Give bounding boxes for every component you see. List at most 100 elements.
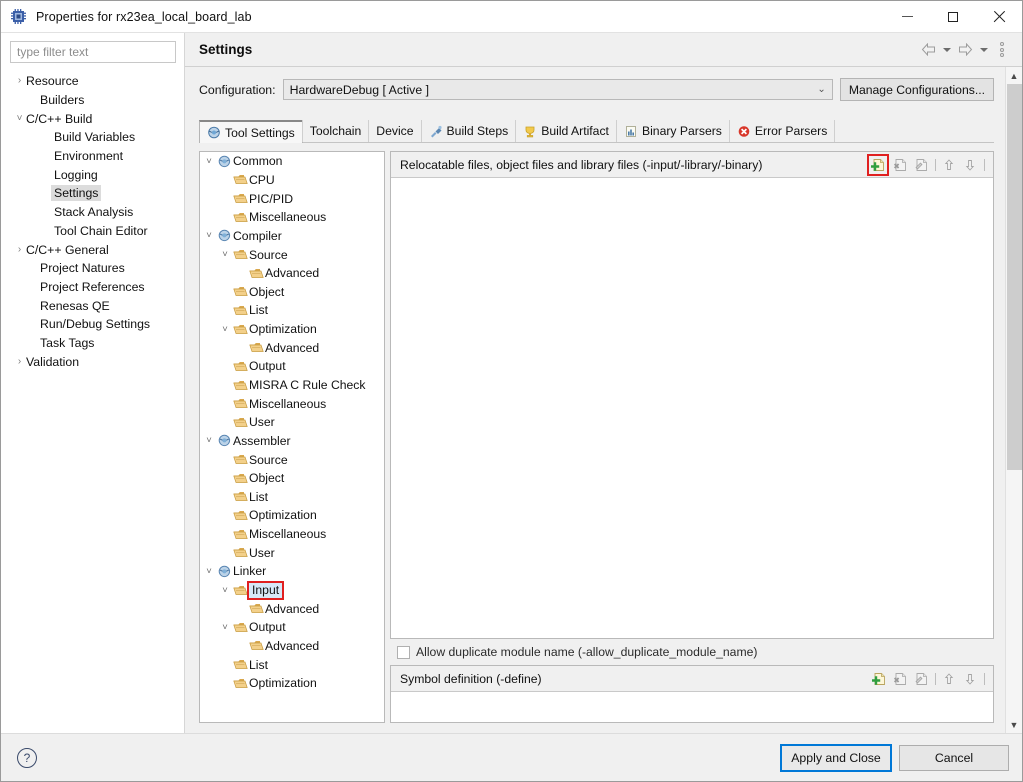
chevron-down-icon[interactable]: ˅: [218, 324, 232, 335]
tool-tree-item-source[interactable]: Source: [200, 450, 384, 469]
scroll-down-icon[interactable]: ▼: [1006, 716, 1023, 733]
allow-duplicate-checkbox[interactable]: [397, 645, 410, 659]
tool-tree-item-list[interactable]: List: [200, 488, 384, 507]
move-up-icon[interactable]: [939, 155, 959, 175]
chevron-down-icon[interactable]: ˅: [218, 249, 232, 260]
minimize-button[interactable]: [884, 1, 930, 33]
sidebar-item-task-tags[interactable]: Task Tags: [1, 334, 184, 353]
add-icon[interactable]: [869, 669, 889, 689]
tab-build-steps[interactable]: Build Steps: [420, 120, 517, 142]
chevron-down-icon[interactable]: ˅: [202, 566, 216, 577]
sidebar-item-c-c-general[interactable]: › C/C++ General: [1, 240, 184, 259]
tool-tree-item-miscellaneous[interactable]: Miscellaneous: [200, 394, 384, 413]
chevron-down-icon[interactable]: ˅: [218, 622, 232, 633]
maximize-button[interactable]: [930, 1, 976, 33]
forward-dropdown-icon[interactable]: [977, 40, 990, 60]
move-down-icon[interactable]: [960, 669, 980, 689]
tool-tree-item-advanced[interactable]: Advanced: [200, 637, 384, 656]
pane-scrollbar[interactable]: ▲ ▼: [1005, 67, 1022, 733]
filter-box[interactable]: [10, 41, 176, 63]
scroll-up-icon[interactable]: ▲: [1006, 67, 1023, 84]
sidebar-item-c-c-build[interactable]: ˅ C/C++ Build: [1, 109, 184, 128]
tab-device[interactable]: Device: [368, 120, 422, 142]
sidebar-item-project-references[interactable]: Project References: [1, 278, 184, 297]
tool-tree-item-advanced[interactable]: Advanced: [200, 599, 384, 618]
tool-tree-item-source[interactable]: ˅ Source: [200, 245, 384, 264]
tool-tree-item-advanced[interactable]: Advanced: [200, 338, 384, 357]
tool-tree-item-list[interactable]: List: [200, 655, 384, 674]
scrollbar-thumb[interactable]: [1006, 84, 1022, 470]
tool-tree-item-miscellaneous[interactable]: Miscellaneous: [200, 208, 384, 227]
chevron-down-icon[interactable]: ˅: [202, 156, 216, 167]
chevron-down-icon[interactable]: ˅: [202, 435, 216, 446]
tab-error-parsers[interactable]: Error Parsers: [728, 120, 836, 142]
symbol-definition-list[interactable]: [391, 692, 993, 722]
chevron-right-icon[interactable]: ›: [13, 244, 26, 255]
chevron-down-icon[interactable]: ˅: [13, 113, 26, 124]
tool-tree-item-pic-pid[interactable]: PIC/PID: [200, 189, 384, 208]
sidebar-item-resource[interactable]: › Resource: [1, 72, 184, 91]
tab-toolchain[interactable]: Toolchain: [301, 120, 370, 142]
sidebar-item-logging[interactable]: Logging: [1, 165, 184, 184]
sidebar-item-build-variables[interactable]: Build Variables: [1, 128, 184, 147]
chevron-right-icon[interactable]: ›: [13, 356, 26, 367]
tool-tree-item-object[interactable]: Object: [200, 282, 384, 301]
tab-build-artifact[interactable]: Build Artifact: [515, 120, 617, 142]
apply-and-close-button[interactable]: Apply and Close: [780, 743, 892, 772]
tool-tree-item-user[interactable]: User: [200, 413, 384, 432]
forward-arrow-icon[interactable]: [955, 40, 975, 60]
tool-tree-item-advanced[interactable]: Advanced: [200, 264, 384, 283]
tool-tree-item-misra-c-rule-check[interactable]: MISRA C Rule Check: [200, 376, 384, 395]
delete-icon[interactable]: [890, 669, 910, 689]
settings-tabs[interactable]: Tool Settings Toolchain Device Build Steps B…: [199, 120, 994, 143]
move-up-icon[interactable]: [939, 669, 959, 689]
chevron-right-icon[interactable]: ›: [13, 76, 26, 86]
sidebar-item-project-natures[interactable]: Project Natures: [1, 259, 184, 278]
help-icon[interactable]: ?: [17, 747, 37, 768]
tool-tree-item-miscellaneous[interactable]: Miscellaneous: [200, 525, 384, 544]
tool-tree-item-linker[interactable]: ˅ Linker: [200, 562, 384, 581]
tool-settings-tree[interactable]: ˅ Common CPU PIC/PID Miscellaneous ˅ Comp…: [199, 151, 385, 723]
tool-tree-item-assembler[interactable]: ˅ Assembler: [200, 432, 384, 451]
manage-configurations-button[interactable]: Manage Configurations...: [839, 78, 994, 101]
sidebar-item-builders[interactable]: Builders: [1, 91, 184, 110]
tool-tree-item-list[interactable]: List: [200, 301, 384, 320]
tool-tree-item-optimization[interactable]: Optimization: [200, 506, 384, 525]
tool-tree-item-output[interactable]: ˅ Output: [200, 618, 384, 637]
cancel-button[interactable]: Cancel: [899, 744, 1009, 771]
tool-tree-item-user[interactable]: User: [200, 543, 384, 562]
tool-tree-item-optimization[interactable]: Optimization: [200, 674, 384, 693]
relocatable-files-list[interactable]: [391, 178, 993, 638]
tool-tree-item-output[interactable]: Output: [200, 357, 384, 376]
delete-icon[interactable]: [890, 155, 910, 175]
preferences-tree[interactable]: › Resource Builders ˅ C/C++ Build Build Varia…: [1, 70, 184, 733]
edit-icon[interactable]: [911, 669, 931, 689]
configuration-select[interactable]: HardwareDebug [ Active ] ⌄: [282, 79, 833, 100]
close-button[interactable]: [976, 1, 1022, 33]
tool-tree-item-common[interactable]: ˅ Common: [200, 152, 384, 171]
tool-tree-item-object[interactable]: Object: [200, 469, 384, 488]
back-dropdown-icon[interactable]: [940, 40, 953, 60]
tool-tree-item-compiler[interactable]: ˅ Compiler: [200, 227, 384, 246]
tab-binary-parsers[interactable]: Binary Parsers: [615, 120, 730, 142]
sidebar-item-environment[interactable]: Environment: [1, 147, 184, 166]
sidebar-item-tool-chain-editor[interactable]: Tool Chain Editor: [1, 222, 184, 241]
add-icon[interactable]: [867, 153, 889, 176]
sidebar-item-run-debug-settings[interactable]: Run/Debug Settings: [1, 315, 184, 334]
back-arrow-icon[interactable]: [918, 40, 938, 60]
tool-tree-item-cpu[interactable]: CPU: [200, 171, 384, 190]
view-menu-icon[interactable]: [992, 40, 1012, 60]
move-down-icon[interactable]: [960, 155, 980, 175]
scrollbar-track[interactable]: [1006, 84, 1023, 716]
tool-tree-item-input[interactable]: ˅ Input: [200, 580, 384, 600]
sidebar-item-validation[interactable]: › Validation: [1, 352, 184, 371]
edit-icon[interactable]: [911, 155, 931, 175]
chevron-down-icon[interactable]: ˅: [218, 585, 232, 596]
tool-tree-item-optimization[interactable]: ˅ Optimization: [200, 320, 384, 339]
tab-tool-settings[interactable]: Tool Settings: [199, 120, 303, 143]
chevron-down-icon[interactable]: ˅: [202, 230, 216, 241]
filter-input[interactable]: [17, 45, 169, 59]
sidebar-item-stack-analysis[interactable]: Stack Analysis: [1, 203, 184, 222]
sidebar-item-renesas-qe[interactable]: Renesas QE: [1, 296, 184, 315]
allow-duplicate-row[interactable]: Allow duplicate module name (-allow_dupl…: [390, 639, 994, 665]
